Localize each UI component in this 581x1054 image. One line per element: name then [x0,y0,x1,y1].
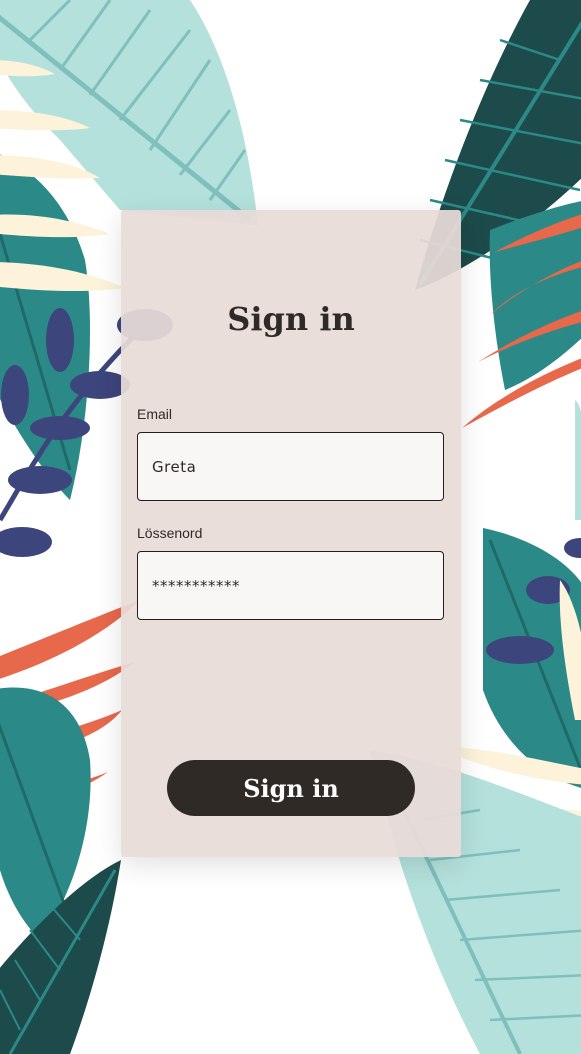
email-value: Greta [152,457,197,476]
email-label: Email [137,406,173,422]
password-field[interactable]: *********** [137,551,444,620]
sign-in-card: Sign in Email Greta Lössenord **********… [121,210,461,857]
page-title: Sign in [227,300,355,338]
sign-in-button[interactable]: Sign in [167,760,415,816]
password-value: *********** [152,576,240,595]
password-label: Lössenord [137,525,203,541]
leaf-right-light-edge [575,400,581,520]
email-field[interactable]: Greta [137,432,444,501]
